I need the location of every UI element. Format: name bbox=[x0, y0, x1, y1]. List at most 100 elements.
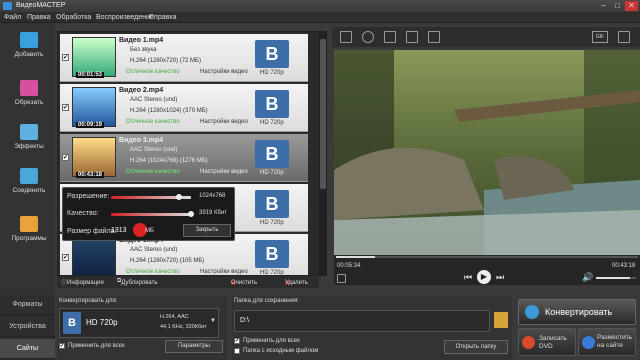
convert-button[interactable]: Конвертировать bbox=[518, 299, 636, 325]
duration-badge: 00:01:53 bbox=[76, 72, 105, 78]
folder-icon[interactable] bbox=[494, 312, 508, 328]
format-specs-1: H.264, AAC bbox=[160, 314, 189, 320]
list-item-selected[interactable]: ✔ 00:43:18 Видео 3.mp4 AAC Stereo (und) … bbox=[60, 134, 308, 182]
convert-icon bbox=[525, 305, 539, 319]
crop-icon[interactable] bbox=[340, 31, 352, 43]
save-apply-all-label: Применить для всех bbox=[243, 338, 300, 344]
menu-playback[interactable]: Воспроизведение bbox=[96, 14, 154, 21]
item-checkbox[interactable]: ✔ bbox=[62, 104, 69, 111]
apply-all-checkbox[interactable]: ✔ bbox=[59, 343, 65, 349]
snapshot-icon[interactable] bbox=[337, 274, 346, 283]
add-button[interactable]: Добавить bbox=[6, 27, 52, 71]
item-checkbox[interactable]: ✔ bbox=[62, 54, 69, 61]
clear-label: Очистить bbox=[231, 280, 258, 286]
volume-icon[interactable]: 🔊 bbox=[582, 272, 593, 283]
video-thumbnail bbox=[72, 237, 116, 275]
video-settings-link[interactable]: Настройки видео bbox=[200, 269, 248, 275]
app-icon bbox=[3, 2, 12, 10]
resolution-slider-handle[interactable] bbox=[176, 194, 182, 200]
cut-button[interactable]: Обрезать bbox=[6, 75, 52, 119]
fullscreen-icon[interactable] bbox=[618, 31, 630, 43]
title-bar: ВидеоМАСТЕР – □ ✕ bbox=[0, 0, 640, 12]
close-button[interactable]: ✕ bbox=[625, 1, 638, 11]
publish-button[interactable]: Разместить на сайте bbox=[578, 328, 636, 356]
video-thumbnail bbox=[72, 37, 116, 77]
list-actions-bar: ⓘ Информация ⧉ Дублировать ✖ Очистить ✖ … bbox=[57, 276, 319, 288]
item-checkbox[interactable]: ✔ bbox=[62, 254, 69, 261]
dvd-icon bbox=[522, 336, 535, 349]
open-folder-button[interactable]: Открыть папку bbox=[444, 340, 508, 354]
convert-for-panel: Конвертировать для: B HD 720p H.264, AAC… bbox=[57, 296, 227, 360]
burn-dvd-label: Записать DVD bbox=[539, 335, 567, 350]
quality-link[interactable]: Отличное качество bbox=[126, 69, 180, 75]
effects-label: Эффекты bbox=[14, 143, 44, 150]
quality-slider[interactable] bbox=[111, 213, 191, 216]
list-scrollbar[interactable] bbox=[319, 31, 327, 276]
gif-button[interactable]: GIF bbox=[592, 31, 608, 43]
effects-button[interactable]: Эффекты bbox=[6, 119, 52, 163]
popup-close-button[interactable]: Закрыть bbox=[183, 224, 231, 237]
video-settings-link[interactable]: Настройки видео bbox=[200, 69, 248, 75]
publish-label: Разместить на сайте bbox=[597, 334, 632, 349]
minimize-button[interactable]: – bbox=[597, 1, 610, 11]
info-label: Информация bbox=[67, 280, 104, 286]
quality-link[interactable]: Отличное качество bbox=[126, 169, 180, 175]
next-frame-icon[interactable]: ⏭ bbox=[496, 272, 504, 283]
chevron-down-icon[interactable]: ▼ bbox=[210, 318, 216, 324]
brightness-icon[interactable] bbox=[384, 31, 396, 43]
programs-button[interactable]: Программы bbox=[6, 211, 52, 255]
tab-devices[interactable]: Устройства bbox=[0, 317, 55, 337]
prev-frame-icon[interactable]: ⏮ bbox=[464, 272, 472, 283]
save-path-input[interactable]: D:\ bbox=[234, 310, 490, 332]
play-icon[interactable]: ▶ bbox=[477, 270, 491, 284]
item-checkbox[interactable]: ✔ bbox=[62, 154, 69, 161]
tab-sites[interactable]: Сайты bbox=[0, 339, 55, 359]
speed-icon[interactable] bbox=[406, 31, 418, 43]
quality-link[interactable]: Отличное качество bbox=[126, 119, 180, 125]
video-frame bbox=[334, 50, 640, 255]
duplicate-button[interactable]: ⧉ Дублировать bbox=[117, 278, 157, 286]
rotate-icon[interactable] bbox=[362, 31, 374, 43]
scrollbar-thumb[interactable] bbox=[320, 39, 326, 189]
video-settings-link[interactable]: Настройки видео bbox=[200, 119, 248, 125]
vk-logo-icon: B bbox=[255, 90, 289, 118]
quality-slider-handle[interactable] bbox=[188, 211, 194, 217]
quality-popup: Разрешение: 1024x768 Качество: 3919 Кбит… bbox=[62, 187, 235, 241]
join-button[interactable]: Соединить bbox=[6, 163, 52, 207]
vk-logo-icon: B bbox=[255, 40, 289, 68]
menu-edit[interactable]: Правка bbox=[27, 14, 51, 21]
codec-info: H.264 (1280x1024) (370 МБ) bbox=[130, 108, 208, 114]
format-selector[interactable]: B HD 720p H.264, AAC 44,1 KHz, 320Кбит ▼ bbox=[59, 308, 219, 338]
output-format: HD 720p bbox=[260, 70, 284, 76]
menu-process[interactable]: Обработка bbox=[56, 14, 91, 21]
quality-link[interactable]: Отличное качество bbox=[126, 269, 180, 275]
resolution-label: Разрешение: bbox=[67, 193, 110, 200]
codec-info: H.264 (1280x720) (72 МБ) bbox=[130, 58, 201, 64]
params-button[interactable]: Параметры bbox=[165, 340, 223, 353]
programs-icon bbox=[20, 216, 38, 232]
info-button[interactable]: ⓘ Информация bbox=[61, 278, 104, 287]
rotate-frame-icon[interactable] bbox=[428, 31, 440, 43]
source-folder-checkbox[interactable] bbox=[234, 348, 240, 354]
vk-logo-icon: B bbox=[255, 240, 289, 268]
codec-info: H.264 (1280x720) (105 МБ) bbox=[130, 258, 205, 264]
save-apply-all-checkbox[interactable]: ✔ bbox=[234, 338, 240, 344]
menu-file[interactable]: Файл bbox=[4, 14, 21, 21]
quality-value: 3919 Кбит bbox=[199, 210, 228, 216]
video-name: Видео 1.mp4 bbox=[119, 37, 164, 44]
burn-dvd-button[interactable]: Записать DVD bbox=[518, 328, 576, 356]
filesize-unit: МБ bbox=[145, 228, 154, 234]
seek-track[interactable] bbox=[336, 256, 638, 258]
join-icon bbox=[20, 168, 38, 184]
maximize-button[interactable]: □ bbox=[611, 1, 624, 11]
list-item[interactable]: ✔ 00:01:53 Видео 1.mp4 Без звука H.264 (… bbox=[60, 34, 308, 82]
video-preview[interactable] bbox=[334, 50, 640, 261]
player-controls: 00:05:34 00:43:18 ⏮ ▶ ⏭ 🔊 bbox=[334, 255, 640, 285]
programs-label: Программы bbox=[11, 235, 47, 242]
video-settings-link[interactable]: Настройки видео bbox=[200, 169, 248, 175]
video-thumbnail bbox=[72, 87, 116, 127]
vk-logo-icon: B bbox=[255, 190, 289, 218]
list-item[interactable]: ✔ 00:09:19 Видео 2.mp4 AAC Stereo (und) … bbox=[60, 84, 308, 132]
tab-formats[interactable]: Форматы bbox=[0, 295, 55, 315]
menu-help[interactable]: Справка bbox=[149, 14, 176, 21]
